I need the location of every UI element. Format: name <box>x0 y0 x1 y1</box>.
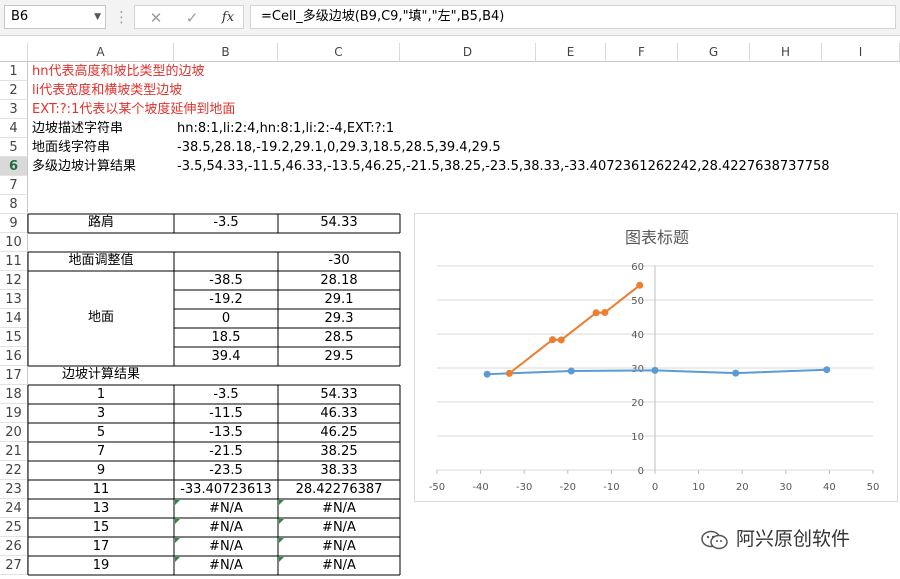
result-a-cell[interactable]: 5 <box>28 423 174 442</box>
result-a-cell[interactable]: 9 <box>28 461 174 480</box>
result-b-cell[interactable]: -3.5 <box>174 385 278 404</box>
result-c-cell[interactable]: 46.25 <box>278 423 400 442</box>
result-a-cell[interactable]: 11 <box>28 480 174 499</box>
result-c-cell[interactable]: 46.33 <box>278 404 400 423</box>
y-tick-label: 40 <box>631 330 644 341</box>
result-c-cell[interactable]: 54.33 <box>278 385 400 404</box>
data-point[interactable] <box>651 366 659 374</box>
x-tick-label: 40 <box>823 482 836 493</box>
chart[interactable]: 图表标题 0 10 20 30 40 50 60 -50 -40 -30 -20 -10 0 10 20 30 4… <box>414 213 898 502</box>
result-c-cell[interactable]: #N/A <box>278 556 400 575</box>
adjust-label[interactable]: 地面调整值 <box>28 251 174 270</box>
result-c-cell[interactable]: #N/A <box>278 518 400 537</box>
result-a-cell[interactable]: 7 <box>28 442 174 461</box>
chart-title: 图表标题 <box>625 228 689 247</box>
result-a-cell[interactable]: 15 <box>28 518 174 537</box>
result-b-cell[interactable]: #N/A <box>174 518 278 537</box>
y-tick-label: 0 <box>638 466 644 477</box>
ground-c-cell[interactable]: 28.18 <box>278 271 400 290</box>
ground-b-cell[interactable]: 0 <box>174 309 278 328</box>
y-tick-label: 60 <box>631 262 644 273</box>
data-point[interactable] <box>636 281 644 289</box>
y-tick-label: 20 <box>631 398 644 409</box>
data-point[interactable] <box>823 366 831 374</box>
ground-b-cell[interactable]: 39.4 <box>174 347 278 366</box>
ground-b-cell[interactable]: -19.2 <box>174 290 278 309</box>
result-b-cell[interactable]: -13.5 <box>174 423 278 442</box>
ground-b-cell[interactable]: -38.5 <box>174 271 278 290</box>
error-indicator-icon <box>279 538 284 543</box>
slope-result-label[interactable]: 边坡计算结果 <box>28 365 174 384</box>
data-point[interactable] <box>549 336 557 344</box>
ground-label[interactable]: 地面 <box>28 308 174 327</box>
shoulder-b[interactable]: -3.5 <box>174 213 278 232</box>
data-point[interactable] <box>557 336 565 344</box>
watermark-text: 阿兴原创软件 <box>736 528 851 550</box>
shoulder-c[interactable]: 54.33 <box>278 213 400 232</box>
data-point[interactable] <box>601 308 609 316</box>
error-indicator-icon <box>279 519 284 524</box>
error-indicator-icon <box>175 500 180 505</box>
error-indicator-icon <box>279 500 284 505</box>
ground-c-cell[interactable]: 29.5 <box>278 347 400 366</box>
result-b-cell[interactable]: -11.5 <box>174 404 278 423</box>
adjust-c[interactable]: -30 <box>278 251 400 270</box>
y-tick-label: 50 <box>631 296 644 307</box>
error-indicator-icon <box>279 557 284 562</box>
result-b-cell[interactable]: #N/A <box>174 499 278 518</box>
x-tick-label: -30 <box>516 482 532 493</box>
x-tick-label: -50 <box>429 482 445 493</box>
x-tick-label: -20 <box>560 482 576 493</box>
y-tick-label: 10 <box>631 432 644 443</box>
data-point[interactable] <box>567 367 575 375</box>
chart-plot: 图表标题0102030405060-50 -40 -30 -20 -10 0 10 20 30 4… <box>429 228 880 493</box>
error-indicator-icon <box>175 557 180 562</box>
data-point[interactable] <box>732 369 740 377</box>
shoulder-label[interactable]: 路肩 <box>28 213 174 232</box>
result-a-cell[interactable]: 13 <box>28 499 174 518</box>
data-point[interactable] <box>483 370 491 378</box>
result-b-cell[interactable]: -21.5 <box>174 442 278 461</box>
x-tick-label: 20 <box>736 482 749 493</box>
ground-c-cell[interactable]: 28.5 <box>278 328 400 347</box>
data-point[interactable] <box>592 309 600 317</box>
x-tick-label: 10 <box>692 482 705 493</box>
result-c-cell[interactable]: 38.33 <box>278 461 400 480</box>
series-line[interactable] <box>508 284 641 375</box>
result-c-cell[interactable]: #N/A <box>278 499 400 518</box>
result-a-cell[interactable]: 1 <box>28 385 174 404</box>
ground-c-cell[interactable]: 29.1 <box>278 290 400 309</box>
wechat-logo-icon <box>701 530 728 549</box>
result-c-cell[interactable]: 38.25 <box>278 442 400 461</box>
x-tick-label: 30 <box>779 482 792 493</box>
x-tick-label: 50 <box>867 482 880 493</box>
result-b-cell[interactable]: #N/A <box>174 537 278 556</box>
data-point[interactable] <box>505 369 513 377</box>
x-tick-label: -10 <box>603 482 619 493</box>
watermark: 阿兴原创软件 <box>700 525 890 553</box>
result-a-cell[interactable]: 3 <box>28 404 174 423</box>
x-tick-label: -40 <box>472 482 488 493</box>
error-indicator-icon <box>175 519 180 524</box>
result-c-cell[interactable]: 28.42276387 <box>278 480 400 499</box>
error-indicator-icon <box>175 538 180 543</box>
result-b-cell[interactable]: -23.5 <box>174 461 278 480</box>
result-a-cell[interactable]: 17 <box>28 537 174 556</box>
ground-c-cell[interactable]: 29.3 <box>278 309 400 328</box>
result-b-cell[interactable]: #N/A <box>174 556 278 575</box>
result-c-cell[interactable]: #N/A <box>278 537 400 556</box>
ground-b-cell[interactable]: 18.5 <box>174 328 278 347</box>
x-tick-label: 0 <box>652 482 658 493</box>
result-a-cell[interactable]: 19 <box>28 556 174 575</box>
result-b-cell[interactable]: -33.40723613 <box>174 480 278 499</box>
